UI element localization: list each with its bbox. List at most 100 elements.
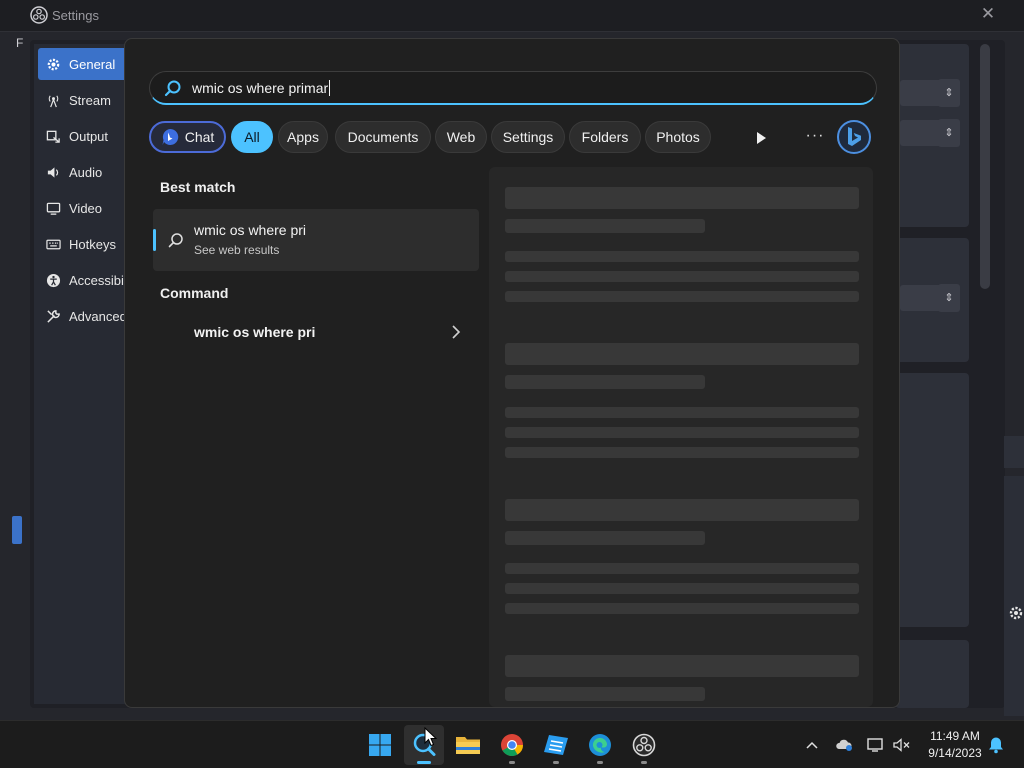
filter-chat[interactable]: Chat <box>149 121 226 153</box>
sidebar-item-hotkeys[interactable]: Hotkeys <box>38 228 134 260</box>
filter-folders[interactable]: Folders <box>569 121 641 153</box>
selection-indicator <box>153 229 156 251</box>
bing-button[interactable] <box>837 120 871 154</box>
chrome-icon <box>501 734 523 756</box>
taskbar-file-explorer[interactable] <box>448 725 488 765</box>
filter-settings[interactable]: Settings <box>491 121 565 153</box>
windows-logo-icon <box>369 734 391 756</box>
show-hidden-icons-button[interactable] <box>802 735 822 755</box>
sidebar-item-label: Output <box>69 128 109 144</box>
clock-time[interactable]: 11:49 AM <box>920 729 990 743</box>
filter-label: Chat <box>184 129 215 145</box>
settings-titlebar: Settings ✕ <box>0 0 1024 32</box>
taskbar-edge[interactable] <box>580 725 620 765</box>
loading-placeholder <box>505 219 705 233</box>
volume-muted-icon <box>893 738 910 752</box>
loading-placeholder <box>505 271 859 282</box>
sidebar-item-label: Hotkeys <box>69 236 116 252</box>
gear-icon[interactable] <box>1008 605 1024 621</box>
settings-scrollbar[interactable] <box>980 44 990 289</box>
preview-pane-loading <box>489 167 873 707</box>
loading-placeholder <box>505 291 859 302</box>
best-match-result[interactable]: wmic os where pri See web results <box>153 209 479 271</box>
loading-placeholder <box>505 343 859 365</box>
filter-label: Photos <box>656 129 700 145</box>
search-input[interactable]: wmic os where primar <box>149 71 877 105</box>
chevron-right-icon[interactable] <box>449 324 463 340</box>
spin-arrows-icon[interactable]: ⇕ <box>938 79 960 107</box>
settings-group-panel <box>895 640 969 708</box>
loading-placeholder <box>505 187 859 209</box>
edge-icon <box>589 734 611 756</box>
best-match-heading: Best match <box>160 179 236 195</box>
loading-placeholder <box>505 427 859 438</box>
loading-placeholder <box>505 251 859 262</box>
obs-main-window-edge <box>1004 436 1024 468</box>
bing-logo-icon <box>848 127 861 146</box>
best-match-subtitle: See web results <box>194 243 280 257</box>
sidebar-item-advanced[interactable]: Advanced <box>38 300 134 332</box>
taskbar-start-button[interactable] <box>360 725 400 765</box>
taskbar: 11:49 AM 9/14/2023 <box>0 720 1024 768</box>
onedrive-icon <box>836 739 852 751</box>
filter-label: All <box>244 129 260 145</box>
filter-web[interactable]: Web <box>435 121 487 153</box>
filter-documents[interactable]: Documents <box>335 121 431 153</box>
filter-apps[interactable]: Apps <box>278 121 328 153</box>
sidebar-item-general[interactable]: General <box>38 48 134 80</box>
spin-arrows-icon[interactable]: ⇕ <box>938 119 960 147</box>
taskbar-chrome[interactable] <box>492 725 532 765</box>
sidebar-item-label: Accessibil <box>69 272 127 288</box>
network-icon <box>867 738 883 752</box>
loading-placeholder <box>505 447 859 458</box>
windows-search-flyout: wmic os where primar Chat All Apps Docum… <box>124 38 900 708</box>
running-indicator <box>509 761 515 764</box>
sidebar-item-label: Video <box>69 200 103 216</box>
loading-placeholder <box>505 603 859 614</box>
output-icon <box>46 130 60 143</box>
notification-bell-icon <box>989 737 1003 754</box>
running-indicator <box>553 761 559 764</box>
menu-letter[interactable]: F <box>16 36 23 50</box>
obs-icon <box>632 733 656 757</box>
onedrive-tray[interactable] <box>834 735 854 755</box>
obs-logo-icon <box>30 6 48 24</box>
filter-label: Documents <box>347 129 419 145</box>
more-options-button[interactable]: ··· <box>801 125 829 151</box>
sidebar-item-label: Advanced <box>69 308 127 324</box>
sidebar-item-accessibility[interactable]: Accessibil <box>38 264 134 296</box>
notification-center-button[interactable] <box>986 735 1006 755</box>
loading-placeholder <box>505 499 859 521</box>
sidebar-item-output[interactable]: Output <box>38 120 134 152</box>
network-tray[interactable] <box>866 735 886 755</box>
loading-placeholder <box>505 655 859 677</box>
sidebar-item-video[interactable]: Video <box>38 192 134 224</box>
running-indicator <box>597 761 603 764</box>
filter-photos[interactable]: Photos <box>645 121 711 153</box>
obs-main-window-edge <box>1004 476 1024 716</box>
sidebar-item-label: General <box>69 56 116 72</box>
loading-placeholder <box>505 531 705 545</box>
settings-close-button[interactable]: ✕ <box>978 4 998 26</box>
taskbar-roblox-studio[interactable] <box>536 725 576 765</box>
filter-label: Web <box>446 129 476 145</box>
text-caret <box>329 79 331 96</box>
volume-tray[interactable] <box>892 735 912 755</box>
clock-date[interactable]: 9/14/2023 <box>920 746 990 760</box>
search-icon <box>164 80 181 96</box>
filter-all[interactable]: All <box>231 121 273 153</box>
wrench-icon <box>47 309 60 323</box>
running-indicator <box>641 761 647 764</box>
settings-window-title: Settings <box>52 8 99 23</box>
bing-chat-icon <box>162 128 178 145</box>
loading-placeholder <box>505 687 705 701</box>
command-result[interactable]: wmic os where pri <box>153 315 479 351</box>
filter-label: Apps <box>287 129 319 145</box>
loading-placeholder <box>505 375 705 389</box>
more-filters-button[interactable] <box>747 125 775 151</box>
sidebar-item-audio[interactable]: Audio <box>38 156 134 188</box>
settings-group-panel <box>895 373 969 627</box>
taskbar-obs[interactable] <box>624 725 664 765</box>
sidebar-item-stream[interactable]: Stream <box>38 84 134 116</box>
spin-arrows-icon[interactable]: ⇕ <box>938 284 960 312</box>
